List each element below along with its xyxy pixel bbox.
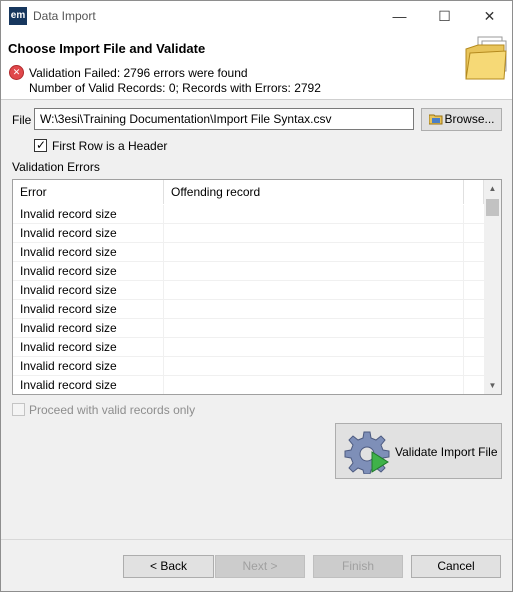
table-row[interactable]: Invalid record size bbox=[13, 243, 485, 262]
error-cell: Invalid record size bbox=[13, 243, 164, 262]
table-row[interactable]: Invalid record size bbox=[13, 281, 485, 300]
checkmark-icon: ✓ bbox=[36, 138, 47, 152]
error-cell: Invalid record size bbox=[13, 338, 164, 357]
error-cell: Invalid record size bbox=[13, 300, 164, 319]
title-bar: em Data Import — ☐ ✕ bbox=[1, 1, 512, 31]
error-icon: ✕ bbox=[9, 65, 24, 80]
proceed-valid-records-checkbox[interactable] bbox=[12, 403, 25, 416]
record-cell bbox=[164, 262, 464, 281]
column-header-offending-record[interactable]: Offending record bbox=[164, 180, 464, 204]
validate-import-file-button[interactable]: Validate Import File bbox=[335, 423, 502, 479]
maximize-button[interactable]: ☐ bbox=[422, 1, 467, 31]
app-logo-icon: em bbox=[9, 7, 27, 25]
footer-separator bbox=[1, 539, 512, 540]
table-row[interactable]: Invalid record size bbox=[13, 319, 485, 338]
error-cell: Invalid record size bbox=[13, 281, 164, 300]
file-label: File bbox=[12, 113, 32, 127]
table-row[interactable]: Invalid record size bbox=[13, 205, 485, 224]
error-cell: Invalid record size bbox=[13, 357, 164, 376]
file-path-input[interactable] bbox=[34, 108, 414, 130]
scroll-up-arrow-icon[interactable]: ▲ bbox=[484, 180, 501, 197]
scrollbar-thumb[interactable] bbox=[486, 199, 499, 216]
open-folder-icon bbox=[429, 114, 443, 125]
error-cell: Invalid record size bbox=[13, 262, 164, 281]
table-row[interactable]: Invalid record size bbox=[13, 338, 485, 357]
first-row-header-label: First Row is a Header bbox=[52, 139, 168, 153]
record-cell bbox=[164, 281, 464, 300]
table-row[interactable]: Invalid record size bbox=[13, 262, 485, 281]
scroll-down-arrow-icon[interactable]: ▼ bbox=[484, 377, 501, 394]
proceed-valid-records-label: Proceed with valid records only bbox=[29, 403, 196, 417]
record-cell bbox=[164, 376, 464, 394]
record-cell bbox=[164, 224, 464, 243]
validation-errors-table[interactable]: Error Offending record Invalid record si… bbox=[12, 179, 502, 395]
table-row[interactable]: Invalid record size bbox=[13, 376, 485, 394]
record-cell bbox=[164, 243, 464, 262]
error-cell: Invalid record size bbox=[13, 224, 164, 243]
record-cell bbox=[164, 357, 464, 376]
gear-play-icon bbox=[344, 431, 390, 474]
vertical-scrollbar[interactable]: ▲ ▼ bbox=[484, 180, 501, 394]
record-cell bbox=[164, 319, 464, 338]
browse-button-label: Browse... bbox=[444, 112, 495, 126]
browse-button[interactable]: Browse... bbox=[421, 108, 502, 131]
close-button[interactable]: ✕ bbox=[467, 1, 512, 31]
table-row[interactable]: Invalid record size bbox=[13, 224, 485, 243]
finish-button[interactable]: Finish bbox=[313, 555, 403, 578]
data-import-dialog: em Data Import — ☐ ✕ Choose Import File … bbox=[0, 0, 513, 592]
validation-error-message: Validation Failed: 2796 errors were foun… bbox=[29, 66, 248, 80]
validation-errors-label: Validation Errors bbox=[12, 160, 100, 174]
first-row-header-checkbox[interactable]: ✓ bbox=[34, 138, 47, 152]
record-cell bbox=[164, 300, 464, 319]
validate-import-file-label: Validate Import File bbox=[395, 445, 498, 459]
error-cell: Invalid record size bbox=[13, 205, 164, 224]
folder-documents-icon bbox=[465, 36, 507, 80]
window-title: Data Import bbox=[33, 9, 96, 23]
wizard-header: Choose Import File and Validate ✕ Valida… bbox=[1, 31, 512, 99]
column-header-error[interactable]: Error bbox=[13, 180, 164, 204]
back-button[interactable]: < Back bbox=[123, 555, 214, 578]
error-cell: Invalid record size bbox=[13, 376, 164, 394]
record-cell bbox=[164, 205, 464, 224]
cancel-button[interactable]: Cancel bbox=[411, 555, 501, 578]
record-cell bbox=[164, 338, 464, 357]
validation-summary: Number of Valid Records: 0; Records with… bbox=[29, 81, 321, 95]
page-title: Choose Import File and Validate bbox=[8, 41, 206, 56]
header-separator bbox=[1, 99, 512, 100]
table-row[interactable]: Invalid record size bbox=[13, 357, 485, 376]
column-header-filler bbox=[464, 180, 484, 204]
error-cell: Invalid record size bbox=[13, 319, 164, 338]
next-button[interactable]: Next > bbox=[215, 555, 305, 578]
table-row[interactable]: Invalid record size bbox=[13, 300, 485, 319]
minimize-button[interactable]: — bbox=[377, 1, 422, 31]
